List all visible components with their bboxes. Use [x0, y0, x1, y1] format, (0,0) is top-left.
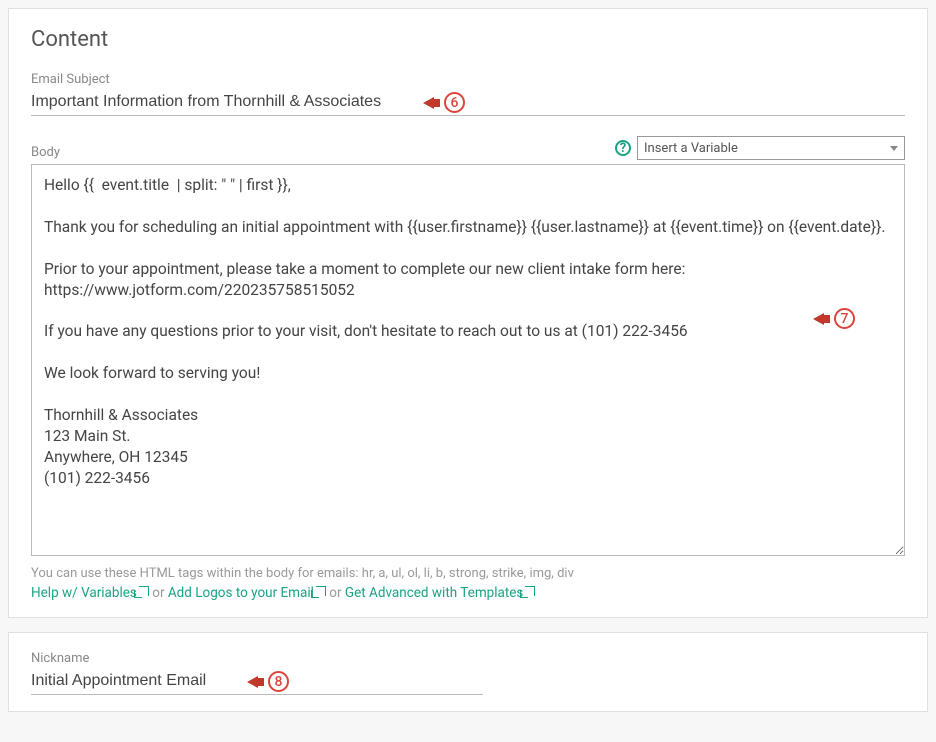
- body-label: Body: [31, 145, 60, 160]
- content-card: Content Email Subject 6 Body ? Insert a …: [8, 8, 928, 618]
- add-logos-link[interactable]: Add Logos to your Email: [168, 585, 326, 601]
- help-links-row: Help w/ Variables or Add Logos to your E…: [31, 585, 905, 601]
- subject-input[interactable]: [31, 91, 905, 116]
- body-header: Body ? Insert a Variable: [31, 136, 905, 160]
- external-link-icon: [316, 586, 326, 596]
- separator: or: [326, 585, 345, 601]
- nickname-input[interactable]: [31, 670, 483, 695]
- insert-variable-select[interactable]: Insert a Variable: [637, 136, 905, 160]
- nickname-card: Nickname 8: [8, 632, 928, 712]
- body-field: Body ? Insert a Variable 7 You can use t…: [31, 136, 905, 601]
- body-textarea[interactable]: [31, 164, 905, 556]
- help-variables-link[interactable]: Help w/ Variables: [31, 585, 149, 601]
- external-link-icon: [525, 586, 535, 596]
- separator: or: [149, 585, 168, 601]
- subject-field: Email Subject 6: [31, 72, 905, 116]
- subject-label: Email Subject: [31, 72, 905, 87]
- variable-select-label: Insert a Variable: [644, 141, 738, 156]
- advanced-templates-link[interactable]: Get Advanced with Templates: [345, 585, 535, 601]
- nickname-field: Nickname 8: [31, 651, 905, 695]
- external-link-icon: [139, 586, 149, 596]
- card-title: Content: [31, 27, 905, 52]
- nickname-label: Nickname: [31, 651, 905, 666]
- body-header-right: ? Insert a Variable: [615, 136, 905, 160]
- body-hint: You can use these HTML tags within the b…: [31, 566, 905, 581]
- help-icon[interactable]: ?: [615, 140, 631, 156]
